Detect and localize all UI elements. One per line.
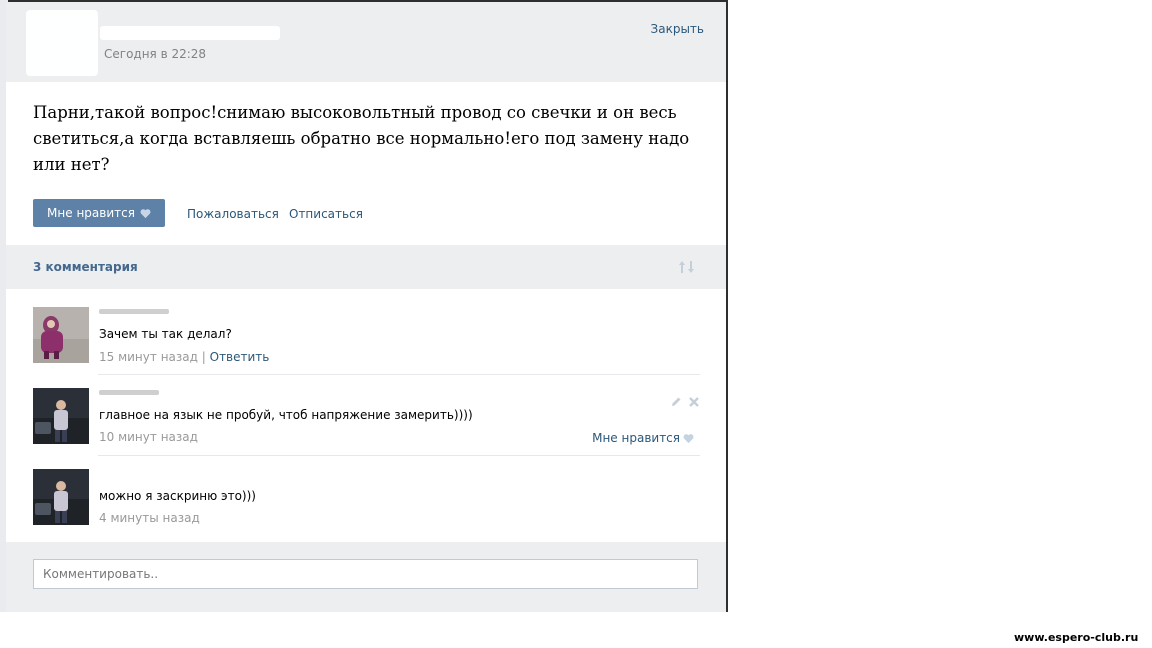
post-popup: Сегодня в 22:28 Закрыть Парни,такой вопр… — [6, 2, 726, 612]
heart-icon — [140, 208, 151, 218]
comment-input[interactable] — [33, 559, 698, 589]
comment-item: главное на язык не пробуй, чтоб напряжен… — [33, 388, 700, 448]
comment-item: Зачем ты так делал? 15 минут назад | Отв… — [33, 307, 700, 367]
comment-divider — [98, 455, 700, 456]
comment-item: можно я заскриню это))) 4 минуты назад — [33, 469, 700, 529]
comment-tools — [670, 396, 700, 408]
comment-avatar[interactable] — [33, 469, 89, 525]
sort-icon[interactable] — [678, 259, 696, 275]
site-watermark: www.espero-club.ru — [1014, 631, 1139, 644]
reply-link[interactable]: Ответить — [210, 350, 270, 364]
post-header: Сегодня в 22:28 Закрыть — [6, 2, 726, 82]
comment-time[interactable]: 4 минуты назад — [99, 511, 200, 525]
post-time[interactable]: Сегодня в 22:28 — [104, 47, 206, 61]
comment-meta: 15 минут назад | Ответить — [99, 350, 269, 364]
unsubscribe-link[interactable]: Отписаться — [289, 207, 363, 221]
comment-time[interactable]: 15 минут назад — [99, 350, 198, 364]
comment-time[interactable]: 10 минут назад — [99, 430, 198, 444]
comment-text: Зачем ты так делал? — [99, 327, 232, 341]
comment-divider — [98, 374, 700, 375]
post-text: Парни,такой вопрос!снимаю высоковольтный… — [33, 103, 690, 174]
comment-text: главное на язык не пробуй, чтоб напряжен… — [99, 408, 473, 422]
close-button[interactable]: Закрыть — [651, 22, 704, 36]
report-link[interactable]: Пожаловаться — [187, 207, 279, 221]
comment-text: можно я заскриню это))) — [99, 489, 256, 503]
comments-header: 3 комментария — [6, 245, 726, 289]
comment-like-button[interactable]: Мне нравится — [592, 431, 694, 445]
author-avatar[interactable] — [26, 10, 98, 76]
meta-separator: | — [201, 350, 206, 364]
comment-avatar[interactable] — [33, 388, 89, 444]
comment-like-label: Мне нравится — [592, 431, 680, 445]
edit-icon[interactable] — [670, 396, 682, 408]
comment-avatar[interactable] — [33, 307, 89, 363]
comment-author[interactable] — [99, 390, 159, 395]
heart-icon — [683, 433, 694, 443]
like-label: Мне нравится — [47, 206, 135, 220]
comment-form — [6, 542, 726, 612]
delete-icon[interactable] — [688, 396, 700, 408]
comments-count: 3 комментария — [33, 260, 138, 274]
comment-author[interactable] — [99, 309, 169, 314]
like-button[interactable]: Мне нравится — [33, 199, 165, 227]
author-name[interactable] — [100, 26, 280, 40]
